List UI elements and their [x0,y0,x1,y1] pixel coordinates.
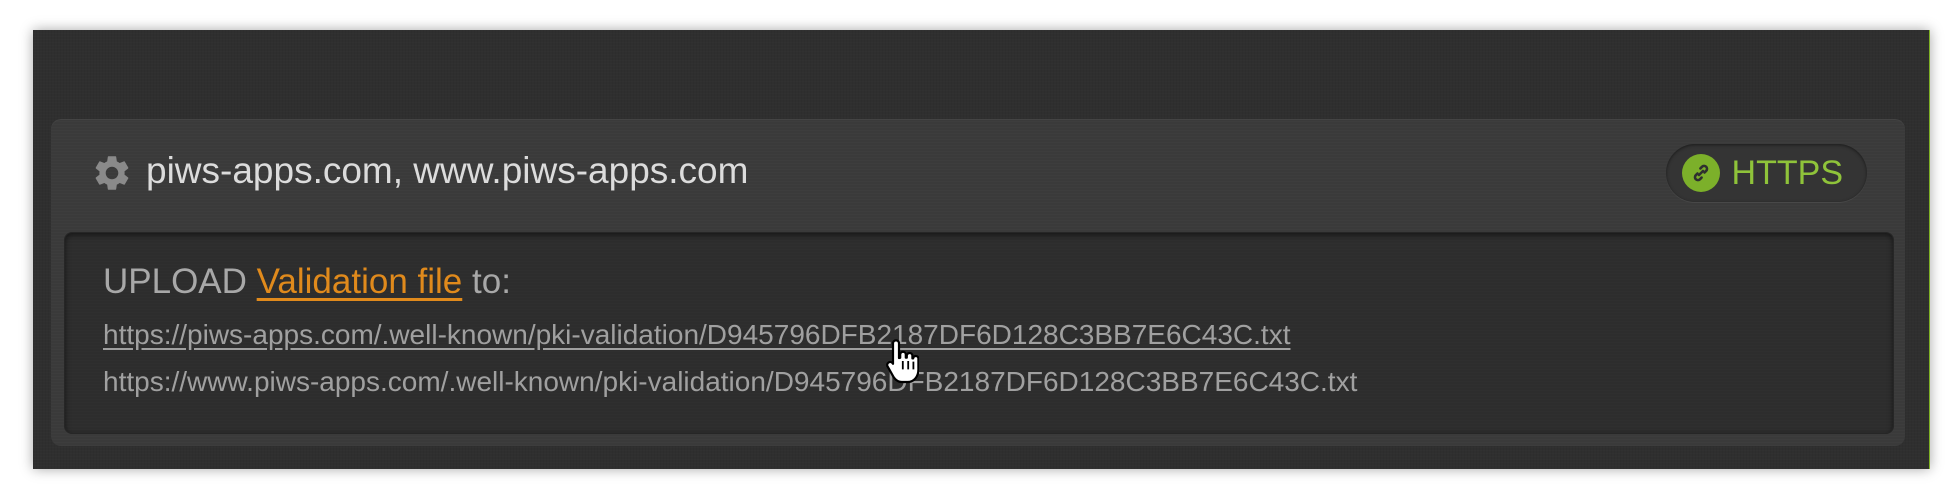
link-icon [1681,154,1720,192]
certificate-card: piws-apps.com, www.piws-apps.com HTTPS U [51,119,1905,446]
https-badge[interactable]: HTTPS [1665,144,1867,202]
domain-title: piws-apps.com, www.piws-apps.com [146,150,749,191]
validation-url-link[interactable]: https://piws-apps.com/.well-known/pki-va… [103,317,1290,353]
upload-instruction: UPLOAD Validation file to: [103,259,511,305]
validation-url-text: https://www.piws-apps.com/.well-known/pk… [103,366,1358,397]
validation-file-link[interactable]: Validation file [257,262,463,301]
validation-panel: UPLOAD Validation file to: https://piws-… [64,232,1894,434]
card-header: piws-apps.com, www.piws-apps.com HTTPS [51,119,1905,229]
upload-prefix: UPLOAD [103,262,247,301]
app-window: piws-apps.com, www.piws-apps.com HTTPS U [33,30,1930,469]
gear-icon[interactable] [91,152,133,194]
https-label: HTTPS [1731,154,1843,192]
upload-suffix: to: [472,262,511,301]
